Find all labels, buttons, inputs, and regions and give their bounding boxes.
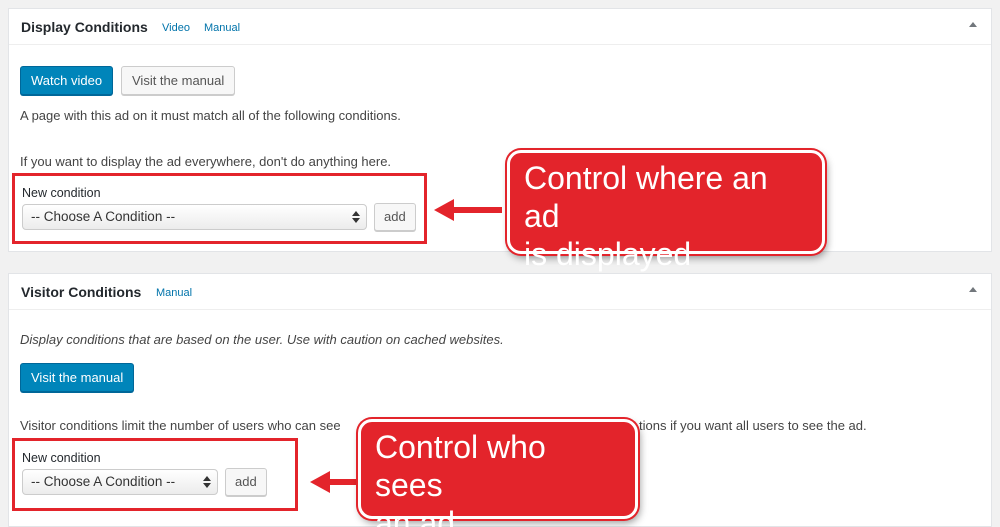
- visitor-visit-manual-button[interactable]: Visit the manual: [20, 363, 135, 392]
- visitor-conditions-title: Visitor Conditions: [21, 284, 142, 300]
- manual-link[interactable]: Manual: [204, 22, 240, 34]
- visit-manual-button[interactable]: Visit the manual: [121, 66, 236, 95]
- visitor-condition-highlight-box: [12, 438, 298, 511]
- visitor-limit-text-start: Visitor conditions limit the number of u…: [20, 418, 341, 433]
- collapse-toggle-icon[interactable]: [969, 22, 977, 27]
- display-hint: If you want to display the ad everywhere…: [20, 154, 392, 169]
- collapse-toggle-icon[interactable]: [969, 287, 977, 292]
- display-callout-line1: Control where an ad: [524, 160, 768, 234]
- visitor-callout-line1: Control who sees: [375, 429, 546, 503]
- display-conditions-title: Display Conditions: [21, 19, 148, 35]
- display-conditions-header: Display Conditions Video Manual: [9, 9, 991, 45]
- visitor-limit-text-end: tions if you want all users to see the a…: [639, 418, 867, 433]
- visitor-manual-link[interactable]: Manual: [156, 287, 192, 299]
- display-callout-arrow-shaft: [450, 207, 502, 213]
- display-callout-box: Control where an ad is displayed: [507, 150, 825, 272]
- visitor-callout-box: Control who sees an ad: [358, 419, 638, 527]
- watch-video-button[interactable]: Watch video: [20, 66, 114, 95]
- display-description: A page with this ad on it must match all…: [20, 108, 401, 123]
- visitor-callout-line2: an ad: [375, 505, 456, 527]
- visitor-conditions-header: Visitor Conditions Manual: [9, 274, 991, 310]
- display-callout-line2: is displayed: [524, 236, 692, 272]
- display-condition-highlight-box: [12, 173, 427, 244]
- visitor-callout-arrow-head: [310, 471, 330, 493]
- visitor-description: Display conditions that are based on the…: [20, 332, 504, 347]
- video-link[interactable]: Video: [162, 22, 190, 34]
- display-callout-arrow-head: [434, 199, 454, 221]
